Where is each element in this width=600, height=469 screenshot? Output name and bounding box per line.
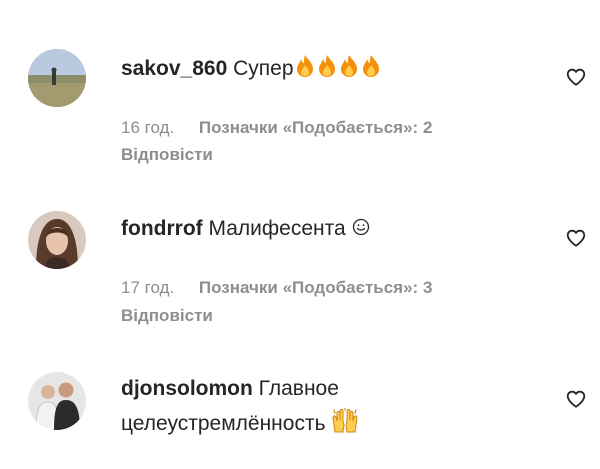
comments-panel: sakov_860 Супер 16 год. Позначки «Подоба… [0,0,600,469]
comment-timestamp[interactable]: 17 год. [121,278,174,297]
comment-text-line: fondrrof Малифесента [121,215,370,243]
avatar[interactable] [28,49,86,107]
avatar[interactable] [28,211,86,269]
avatar-photo-portrait [28,211,86,269]
comment-text-line1: Главное [258,377,339,400]
username[interactable]: fondrrof [121,217,203,240]
likes-count-button[interactable]: Позначки «Подобається»: 3 [199,278,432,297]
comment-timestamp[interactable]: 16 год. [121,118,174,137]
comment-text-line: sakov_860 Супер [121,54,382,83]
fire-icon [362,55,379,77]
raising-hands-icon [332,408,358,433]
avatar-photo-landscape [28,49,86,107]
comment-text-line: целеустремлённость [121,408,359,438]
reply-button[interactable]: Відповісти [121,144,213,166]
comment-text: Супер [233,57,294,80]
reply-button[interactable]: Відповісти [121,305,213,327]
comment-text-line: djonsolomon Главное [121,375,339,403]
fire-icon [340,55,357,77]
heart-icon[interactable] [565,388,587,410]
username[interactable]: sakov_860 [121,57,227,80]
heart-icon[interactable] [565,227,587,249]
avatar[interactable] [28,372,86,430]
avatar-photo-two-men [28,372,86,430]
comment-meta: 17 год. Позначки «Подобається»: 3 [121,277,432,299]
fire-icon [296,55,313,77]
fire-emoji-group [294,55,382,80]
comment-text-line2: целеустремлённость [121,412,326,435]
username[interactable]: djonsolomon [121,377,253,400]
likes-count-button[interactable]: Позначки «Подобається»: 2 [199,118,432,137]
comment-meta: 16 год. Позначки «Подобається»: 2 [121,117,432,139]
slightly-smiling-face-icon [352,218,369,236]
comment-text: Малифесента [208,217,346,240]
fire-icon [318,55,335,77]
heart-icon[interactable] [565,66,587,88]
